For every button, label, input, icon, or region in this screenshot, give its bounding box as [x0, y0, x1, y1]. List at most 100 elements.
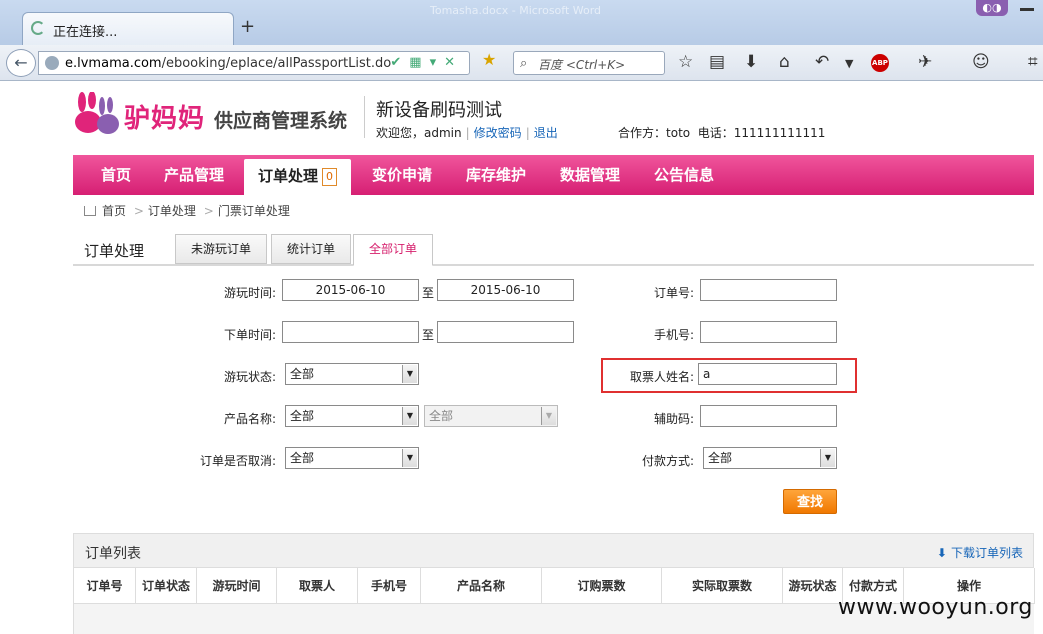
adblock-icon[interactable]: ABP: [871, 54, 889, 72]
address-bar-icons[interactable]: ✔▦▾✕: [390, 55, 463, 70]
chevron-down-icon[interactable]: ▼: [845, 57, 853, 70]
nav-orders[interactable]: 订单处理 0: [244, 159, 352, 195]
order-time-from-input[interactable]: [282, 321, 419, 343]
orders-count-badge: 0: [322, 167, 338, 186]
chevron-down-icon: ▼: [402, 449, 417, 467]
nav-inventory[interactable]: 库存维护: [466, 155, 526, 195]
order-no-label: 订单号:: [653, 286, 694, 300]
download-order-list-link[interactable]: ⬇ 下载订单列表: [937, 544, 1023, 561]
nav-price-change[interactable]: 变价申请: [372, 155, 432, 195]
to-label: 至: [422, 328, 435, 342]
crop-icon[interactable]: ⌗: [1028, 52, 1038, 72]
play-status-select[interactable]: 全部 ▼: [285, 363, 419, 385]
order-list-header: 订单列表 ⬇ 下载订单列表: [73, 533, 1034, 568]
main-navigation: 首页 产品管理 订单处理 0 变价申请 库存维护 数据管理 公告信息: [73, 155, 1034, 195]
to-label: 至: [422, 286, 435, 300]
minimize-button[interactable]: [1020, 8, 1034, 11]
face-icon[interactable]: ☺: [972, 52, 990, 72]
cancelled-select[interactable]: 全部 ▼: [285, 447, 419, 469]
payment-select[interactable]: 全部 ▼: [703, 447, 837, 469]
search-placeholder: 百度 <Ctrl+K>: [538, 58, 626, 72]
username: admin: [424, 126, 462, 140]
page: 驴妈妈 供应商管理系统 新设备刷码测试 欢迎您，admin | 修改密码 | 退出 合作…: [0, 82, 1043, 634]
partner-name: toto: [666, 126, 691, 140]
download-icon: ⬇: [936, 546, 947, 560]
undo-icon[interactable]: ↶: [815, 52, 829, 72]
column-header[interactable]: 取票人: [277, 568, 358, 604]
change-password-link[interactable]: 修改密码: [474, 126, 522, 140]
chevron-down-icon: ▼: [402, 407, 417, 425]
column-header[interactable]: 手机号: [358, 568, 421, 604]
chevron-down-icon: ▼: [402, 365, 417, 383]
nav-data[interactable]: 数据管理: [560, 155, 620, 195]
partner-info: 合作方：toto 电话：111111111111: [618, 126, 826, 140]
product-sub-select: 全部 ▼: [424, 405, 558, 427]
tab-unplayed-orders[interactable]: 未游玩订单: [175, 234, 267, 264]
phone-label: 手机号:: [653, 328, 694, 342]
nav-products[interactable]: 产品管理: [164, 155, 224, 195]
aux-code-input[interactable]: [700, 405, 837, 427]
aux-code-label: 辅助码:: [653, 412, 694, 426]
column-header[interactable]: 游玩时间: [197, 568, 277, 604]
chevron-down-icon: ▼: [820, 449, 835, 467]
loading-icon: [31, 21, 45, 35]
product-name-label: 产品名称:: [223, 412, 276, 426]
play-time-to-input[interactable]: 2015-06-10: [437, 279, 574, 301]
home-icon[interactable]: ⌂: [779, 52, 790, 72]
extension-icon[interactable]: ✈: [918, 52, 932, 72]
private-browsing-icon: ◐◑: [976, 0, 1008, 16]
order-list-title: 订单列表: [85, 546, 141, 562]
browser-tab-title: 正在连接...: [53, 25, 118, 40]
ticket-holder-input[interactable]: a: [698, 363, 837, 385]
star-icon[interactable]: ☆: [678, 52, 693, 72]
browser-tab-strip: 正在连接... + Tomasha.docx - Microsoft Word …: [0, 0, 1043, 46]
tab-statistics-orders[interactable]: 统计订单: [271, 234, 351, 264]
url-text: e.lvmama.com/ebooking/eplace/allPassport…: [65, 56, 392, 71]
logout-link[interactable]: 退出: [534, 126, 558, 140]
breadcrumb-current: 门票订单处理: [217, 204, 290, 218]
column-header[interactable]: 游玩状态: [783, 568, 843, 604]
partner-phone: 111111111111: [733, 126, 826, 140]
section-title: 订单处理: [84, 242, 145, 260]
column-header[interactable]: 订购票数: [542, 568, 662, 604]
logo-text: 驴妈妈: [124, 104, 206, 134]
column-header[interactable]: 订单号: [74, 568, 136, 604]
column-header[interactable]: 产品名称: [421, 568, 542, 604]
welcome-bar: 欢迎您，admin | 修改密码 | 退出: [376, 126, 558, 140]
search-box[interactable]: ⌕ 百度 <Ctrl+K>: [513, 51, 665, 75]
header-divider: [364, 96, 365, 138]
ticket-holder-label: 取票人姓名:: [629, 370, 694, 384]
product-name-select[interactable]: 全部 ▼: [285, 405, 419, 427]
play-status-label: 游玩状态:: [223, 370, 276, 384]
phone-input[interactable]: [700, 321, 837, 343]
bookmarks-list-icon[interactable]: ▤: [709, 52, 725, 72]
order-time-label: 下单时间:: [223, 328, 276, 342]
cancelled-label: 订单是否取消:: [199, 454, 276, 468]
back-button[interactable]: ←: [6, 49, 36, 77]
find-button[interactable]: 查找: [783, 489, 837, 514]
breadcrumb-home[interactable]: 首页: [102, 204, 126, 218]
breadcrumb-orders[interactable]: 订单处理: [148, 204, 196, 218]
background-window-title: Tomasha.docx - Microsoft Word: [430, 4, 602, 17]
browser-tab[interactable]: 正在连接...: [22, 12, 234, 46]
order-time-to-input[interactable]: [437, 321, 574, 343]
globe-icon: [45, 56, 59, 70]
tab-underline: [73, 264, 1034, 266]
chevron-down-icon: ▼: [541, 407, 556, 425]
tab-all-orders[interactable]: 全部订单: [353, 234, 433, 266]
address-bar[interactable]: e.lvmama.com/ebooking/eplace/allPassport…: [38, 51, 470, 75]
play-time-from-input[interactable]: 2015-06-10: [282, 279, 419, 301]
welcome-label: 欢迎您，: [376, 126, 425, 140]
new-tab-button[interactable]: +: [240, 16, 255, 37]
system-title: 新设备刷码测试: [376, 100, 502, 121]
nav-notices[interactable]: 公告信息: [654, 155, 714, 195]
play-time-label: 游玩时间:: [223, 286, 276, 300]
logo-subtitle: 供应商管理系统: [214, 110, 348, 132]
column-header[interactable]: 订单状态: [136, 568, 197, 604]
nav-home[interactable]: 首页: [101, 155, 131, 195]
download-icon[interactable]: ⬇: [744, 52, 758, 72]
donkey-logo-icon: [75, 92, 119, 134]
order-no-input[interactable]: [700, 279, 837, 301]
bookmark-star-icon[interactable]: ★: [482, 50, 496, 69]
column-header[interactable]: 实际取票数: [662, 568, 783, 604]
